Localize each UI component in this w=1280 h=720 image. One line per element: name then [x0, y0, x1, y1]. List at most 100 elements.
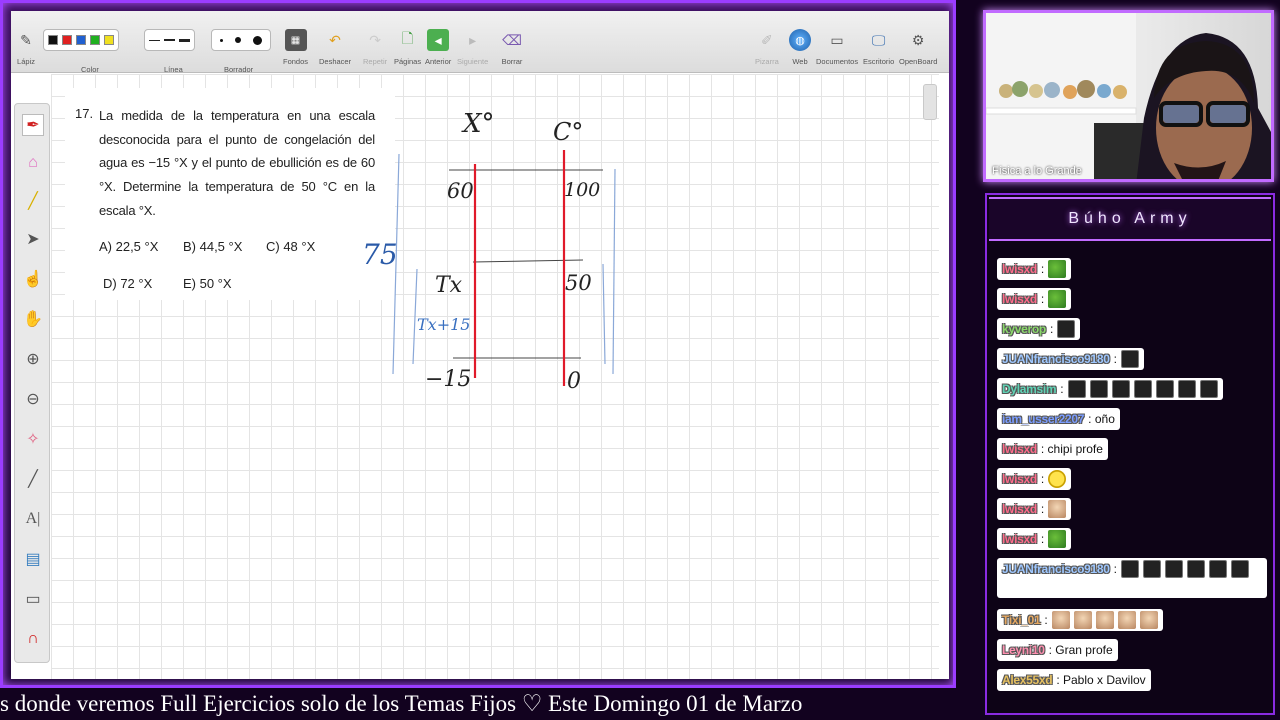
toolbar-pen[interactable]: ✎ Lápiz — [15, 13, 37, 67]
chat-text: : — [1049, 322, 1054, 336]
toolbar-pages[interactable]: 🗋 Páginas — [394, 13, 421, 66]
color-blue-swatch[interactable] — [76, 35, 86, 45]
keyboard-icon[interactable]: ▭ — [22, 588, 44, 610]
inner-right-bracket — [602, 263, 606, 365]
dark-emote-icon — [1208, 560, 1227, 578]
toolbar-undo[interactable]: ↶ Deshacer — [319, 13, 351, 67]
line-medium[interactable] — [164, 39, 175, 41]
zoom-out-icon[interactable]: ⊖ — [22, 388, 44, 410]
color-yellow-swatch[interactable] — [104, 35, 114, 45]
mug-emote-icon — [1051, 611, 1070, 629]
toolbar-web[interactable]: ◍ Web — [789, 13, 811, 66]
middle-line — [472, 259, 584, 263]
chat-username[interactable]: lwisxd — [1002, 472, 1037, 486]
toolbar-documents[interactable]: ▭ Documentos — [816, 13, 858, 67]
pen-tool-icon[interactable]: ✒ — [22, 114, 44, 136]
eraser-large[interactable] — [253, 35, 262, 45]
erase-all-icon: ⌫ — [502, 31, 522, 48]
color-red-swatch[interactable] — [62, 35, 72, 45]
chat-username[interactable]: Dylamsim — [1002, 382, 1057, 396]
side-note-75: 75 — [362, 238, 398, 271]
chat-text: : Pablo x Davilov — [1056, 673, 1146, 687]
color-green-swatch[interactable] — [90, 35, 100, 45]
line-thick[interactable] — [179, 38, 190, 42]
webcam-scene — [986, 13, 1271, 179]
settings-icon: ⚙ — [911, 31, 925, 48]
board-icon: ✐ — [761, 31, 773, 48]
toolbar-board[interactable]: ✐ Pizarra — [755, 13, 779, 67]
interact-tool-icon[interactable]: ☝ — [22, 268, 44, 290]
chat-message: Tixi_01: — [997, 609, 1163, 631]
capture-tool-icon[interactable]: ▤ — [22, 548, 44, 570]
toolbar-redo[interactable]: ↷ Repetir — [363, 13, 387, 67]
toolbar-previous[interactable]: ◂ Anterior — [425, 13, 451, 66]
whiteboard-canvas[interactable]: 17. La medida de la temperatura en una e… — [51, 74, 939, 679]
chat-message: Leyni10: Gran profe — [997, 639, 1118, 661]
eraser-small[interactable] — [220, 38, 223, 42]
eraser-label: Borrador — [224, 65, 254, 74]
chat-username[interactable]: lwisxd — [1002, 292, 1037, 306]
select-tool-icon[interactable]: ➤ — [22, 228, 44, 250]
hand-tool-icon[interactable]: ✋ — [22, 308, 44, 330]
toolbar-desktop[interactable]: 🖵 Escritorio — [863, 13, 894, 67]
option-c: C) 48 °X — [266, 239, 316, 254]
color-picker[interactable] — [43, 29, 119, 51]
chat-message: lwisxd: — [997, 528, 1072, 550]
chat-text: : — [1040, 532, 1045, 546]
redo-icon: ↷ — [369, 31, 381, 48]
chat-text: : — [1040, 262, 1045, 276]
question-card: 17. La medida de la temperatura en una e… — [65, 88, 395, 300]
chat-username[interactable]: Tixi_01 — [1002, 613, 1041, 627]
mug-emote-icon — [1095, 611, 1114, 629]
desktop-icon: 🖵 — [871, 31, 886, 48]
dark-emote-icon — [1089, 380, 1108, 398]
chat-username[interactable]: Leyni10 — [1002, 643, 1045, 657]
background-icon: ▦ — [284, 29, 307, 51]
clock-emote-icon — [1048, 470, 1067, 488]
text-tool-icon[interactable]: A| — [22, 508, 44, 530]
color-label: Color — [81, 65, 99, 74]
c-top-value: 100 — [564, 179, 600, 201]
dark-emote-icon — [1133, 380, 1152, 398]
chat-username[interactable]: lwisxd — [1002, 502, 1037, 516]
page-scroll-handle[interactable] — [923, 84, 937, 120]
chat-username[interactable]: Alex55xd — [1002, 673, 1053, 687]
toolbar-backgrounds[interactable]: ▦ Fondos — [283, 13, 308, 66]
highlighter-tool-icon[interactable]: ╱ — [22, 190, 44, 212]
chat-username[interactable]: iam_usser2207 — [1002, 412, 1084, 426]
chat-username[interactable]: JUANfrancisco9180 — [1002, 562, 1110, 576]
line-tool-icon[interactable]: ╱ — [22, 468, 44, 490]
question-text: La medida de la temperatura en una escal… — [99, 108, 375, 218]
chat-username[interactable]: lwisxd — [1002, 262, 1037, 276]
toolbar-openboard[interactable]: ⚙ OpenBoard — [899, 13, 937, 67]
line-width-picker[interactable] — [144, 29, 195, 51]
pepe-emote-icon — [1048, 260, 1067, 278]
toolbar-next[interactable]: ▸ Siguiente — [457, 13, 488, 67]
diff-note: Tx+15 — [417, 315, 470, 334]
chat-username[interactable]: lwisxd — [1002, 442, 1037, 456]
line-thin[interactable] — [149, 39, 160, 41]
eraser-size-picker[interactable] — [211, 29, 271, 51]
chat-text: : — [1113, 352, 1117, 366]
openboard-window: ✎ Lápiz Color Línea Borrador ▦ Fondos ↶ … — [11, 11, 949, 679]
dark-emote-icon — [1111, 380, 1130, 398]
zoom-in-icon[interactable]: ⊕ — [22, 348, 44, 370]
eraser-tool-icon[interactable]: ⌂ — [22, 152, 44, 174]
c-bottom-value: 0 — [567, 369, 581, 394]
chat-message: Dylamsim: — [997, 378, 1223, 400]
option-d: D) 72 °X — [103, 276, 153, 291]
eraser-medium[interactable] — [235, 37, 241, 43]
chat-text: : — [1040, 502, 1045, 516]
magnet-icon[interactable]: ∩ — [22, 628, 44, 650]
add-page-icon: 🗋 — [401, 30, 414, 46]
chat-username[interactable]: kyverop — [1002, 322, 1046, 336]
color-black-swatch[interactable] — [48, 35, 58, 45]
c-scale-label: C° — [553, 118, 583, 146]
chat-message: kyverop: — [997, 318, 1081, 340]
question-number: 17. — [75, 106, 94, 121]
laser-pointer-icon[interactable]: ✧ — [22, 428, 44, 450]
chat-username[interactable]: JUANfrancisco9180 — [1002, 352, 1110, 366]
chat-username[interactable]: lwisxd — [1002, 532, 1037, 546]
toolbar-clear[interactable]: ⌫ Borrar — [501, 13, 523, 67]
dark-emote-icon — [1067, 380, 1086, 398]
